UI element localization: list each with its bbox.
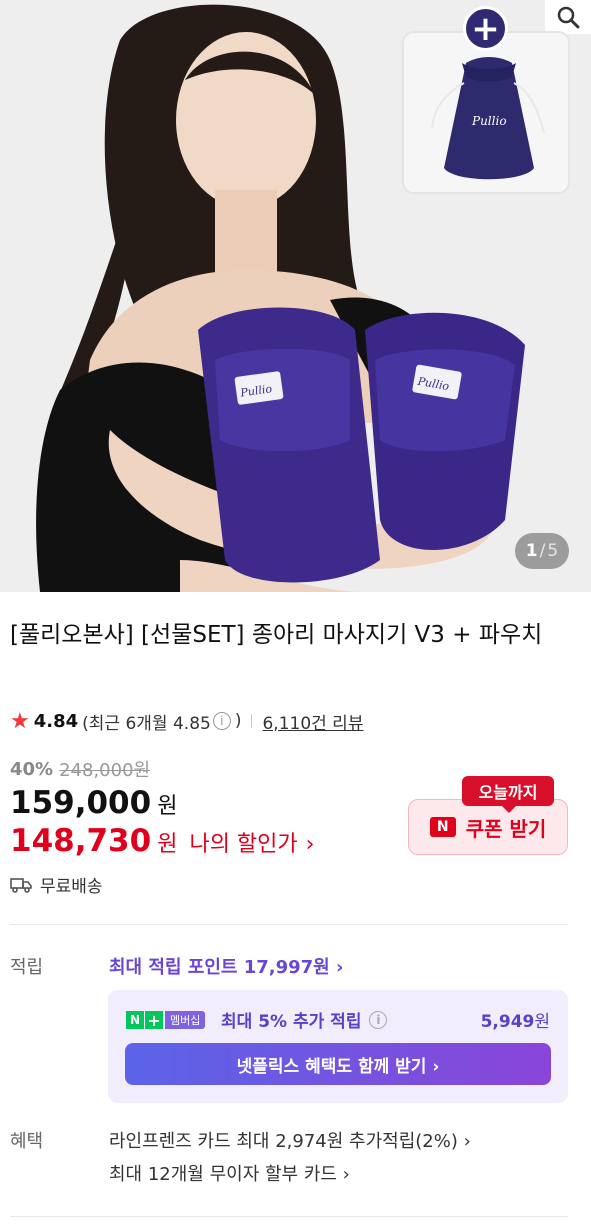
info-icon[interactable]: i (212, 712, 231, 730)
sale-price-unit: 원 (157, 794, 178, 819)
naver-plus-membership-badge: N + 멤버십 (126, 1010, 206, 1030)
netflix-benefit-button[interactable]: 넷플릭스 혜택도 함께 받기 › (125, 1043, 551, 1085)
rating-score: 4.84 (33, 710, 79, 732)
product-title: [풀리오본사] [선물SET] 종아리 마사지기 V3 + 파우치 (10, 622, 543, 648)
max-points-link[interactable]: 최대 적립 포인트 17,997원 › (109, 953, 343, 979)
membership-label: 멤버십 (165, 1011, 206, 1029)
sale-price-row: 159,000 원 (10, 785, 177, 821)
truck-icon (10, 877, 32, 893)
my-discount-price-link[interactable]: 148,730 원 나의 할인가 › (10, 823, 314, 859)
my-discount-label: 나의 할인가 (189, 832, 298, 857)
counter-current: 1 (525, 541, 538, 561)
discount-percent: 40% (10, 758, 54, 780)
recent-rating-close: ) (234, 711, 242, 731)
search-button[interactable] (545, 0, 591, 34)
membership-box: N + 멤버십 최대 5% 추가 적립 i 5,949원 넷플릭스 혜택도 함께… (108, 990, 568, 1103)
installment-benefit-link[interactable]: 최대 12개월 무이자 할부 카드 › (109, 1160, 350, 1186)
coupon-label: 쿠폰 받기 (465, 816, 547, 841)
membership-points-amount: 5,949원 (481, 1007, 550, 1032)
divider (251, 714, 253, 728)
add-option-button[interactable]: + (463, 6, 508, 51)
rating-row: ★ 4.84 (최근 6개월 4.85 i ) 6,110건 리뷰 (10, 708, 363, 734)
counter-total: 5 (547, 541, 559, 561)
discount-row: 40% 248,000원 (10, 756, 150, 782)
star-icon: ★ (10, 708, 30, 734)
review-count-link[interactable]: 6,110건 리뷰 (262, 709, 363, 734)
membership-extra-points: 최대 5% 추가 적립 i (221, 1007, 391, 1032)
chevron-right-icon: › (305, 832, 315, 857)
section-divider (10, 1216, 568, 1217)
points-section-label: 적립 (10, 957, 44, 978)
pouch-thumbnail[interactable]: Pullio (402, 31, 570, 194)
shipping-label: 무료배송 (40, 877, 103, 897)
section-divider (10, 924, 568, 925)
sale-price: 159,000 (10, 785, 152, 821)
recent-rating: (최근 6개월 4.85 (82, 713, 211, 734)
product-image-carousel[interactable]: Pullio Pullio Pullio + 1 / 5 (0, 0, 591, 592)
membership-desc-text: 최대 5% 추가 적립 (221, 1012, 362, 1032)
my-price-unit: 원 (157, 832, 178, 857)
pouch-logo: Pullio (471, 114, 507, 128)
shipping-info: 무료배송 (10, 872, 103, 897)
pouch-image: Pullio (404, 33, 568, 192)
original-price: 248,000원 (59, 760, 151, 781)
membership-points-unit: 원 (534, 1012, 550, 1032)
today-only-tag: 오늘까지 (462, 776, 554, 813)
plus-icon: + (471, 8, 500, 49)
coupon-button[interactable]: N 쿠폰 받기 (408, 799, 568, 855)
plus-icon: + (145, 1011, 163, 1030)
image-counter: 1 / 5 (515, 533, 569, 569)
benefits-section-label: 혜택 (10, 1131, 44, 1152)
counter-separator: / (539, 541, 546, 561)
card-benefit-link[interactable]: 라인프렌즈 카드 최대 2,974원 추가적립(2%) › (109, 1127, 471, 1153)
naver-n-icon: N (126, 1011, 144, 1029)
membership-points-value: 5,949 (480, 1012, 535, 1032)
naver-n-icon: N (429, 817, 456, 837)
info-icon[interactable]: i (369, 1010, 388, 1029)
my-discount-price: 148,730 (10, 823, 152, 859)
search-icon (557, 6, 580, 29)
